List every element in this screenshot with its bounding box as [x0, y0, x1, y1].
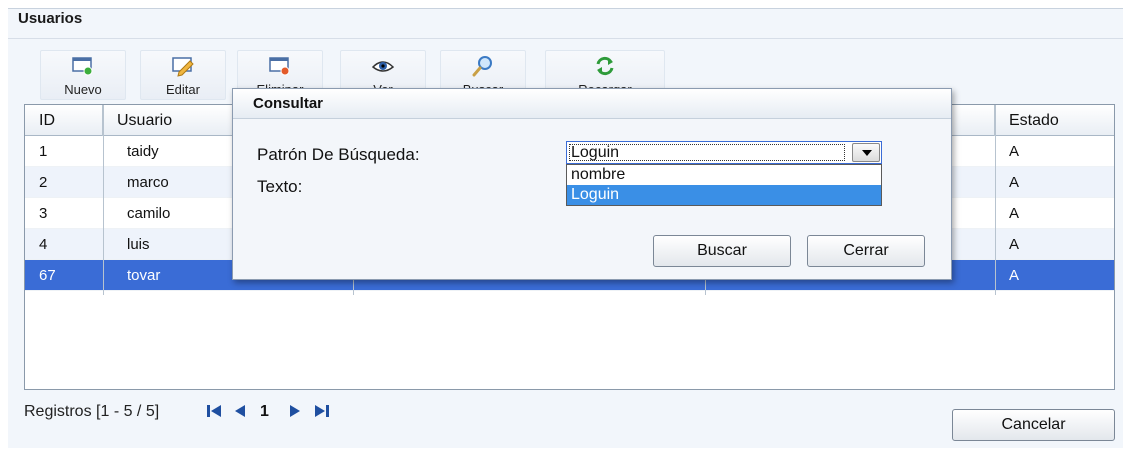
column-divider: [995, 105, 996, 295]
delete-document-icon: [268, 55, 292, 77]
cell-usuario: marco: [127, 174, 169, 191]
column-header-estado[interactable]: Estado: [995, 105, 1116, 136]
patron-select-value: Loguin: [571, 144, 620, 161]
column-divider: [103, 105, 104, 295]
previous-page-icon[interactable]: [232, 401, 248, 425]
cell-usuario: camilo: [127, 205, 171, 222]
dropdown-option-loguin[interactable]: Loguin: [567, 185, 881, 205]
cell-usuario: taidy: [127, 143, 159, 160]
patron-label: Patrón De Búsqueda:: [257, 145, 420, 164]
current-page: 1: [260, 403, 269, 420]
first-page-icon[interactable]: [205, 401, 223, 425]
nuevo-button[interactable]: Nuevo: [40, 50, 126, 100]
cell-estado: A: [1009, 267, 1020, 284]
patron-dropdown-list: nombre Loguin: [566, 164, 882, 206]
cell-estado: A: [1009, 236, 1020, 253]
cell-id: 4: [39, 236, 48, 253]
next-page-icon[interactable]: [287, 401, 303, 425]
eye-icon: [371, 55, 395, 77]
cell-estado: A: [1009, 143, 1020, 160]
cerrar-button[interactable]: Cerrar: [807, 235, 925, 267]
divider: [8, 38, 1123, 39]
patron-select[interactable]: Loguin: [566, 141, 882, 164]
cancelar-button[interactable]: Cancelar: [952, 409, 1115, 441]
nuevo-label: Nuevo: [64, 82, 102, 97]
cell-estado: A: [1009, 174, 1020, 191]
chevron-down-icon[interactable]: [852, 143, 880, 162]
last-page-icon[interactable]: [313, 401, 331, 425]
new-document-icon: [71, 55, 95, 77]
cell-id: 67: [39, 267, 56, 284]
cell-id: 2: [39, 174, 48, 191]
dialog-header[interactable]: Consultar: [233, 89, 951, 119]
texto-label: Texto:: [257, 177, 303, 196]
dropdown-option-nombre[interactable]: nombre: [567, 165, 881, 185]
cell-id: 1: [39, 143, 48, 160]
panel-title: Usuarios: [18, 10, 83, 27]
registros-label: Registros [1 - 5 / 5]: [24, 403, 160, 420]
edit-pencil-icon: [171, 55, 195, 77]
cell-usuario: tovar: [127, 267, 161, 284]
dialog-title: Consultar: [253, 95, 324, 112]
editar-label: Editar: [166, 82, 200, 97]
cell-estado: A: [1009, 205, 1020, 222]
buscar-button[interactable]: Buscar: [653, 235, 791, 267]
editar-button[interactable]: Editar: [140, 50, 226, 100]
column-header-id[interactable]: ID: [25, 105, 103, 136]
cell-usuario: luis: [127, 236, 150, 253]
magnifier-icon: [471, 55, 495, 77]
cell-id: 3: [39, 205, 48, 222]
refresh-icon: [593, 55, 617, 77]
consultar-dialog: Consultar Patrón De Búsqueda: Texto: Log…: [232, 88, 952, 280]
